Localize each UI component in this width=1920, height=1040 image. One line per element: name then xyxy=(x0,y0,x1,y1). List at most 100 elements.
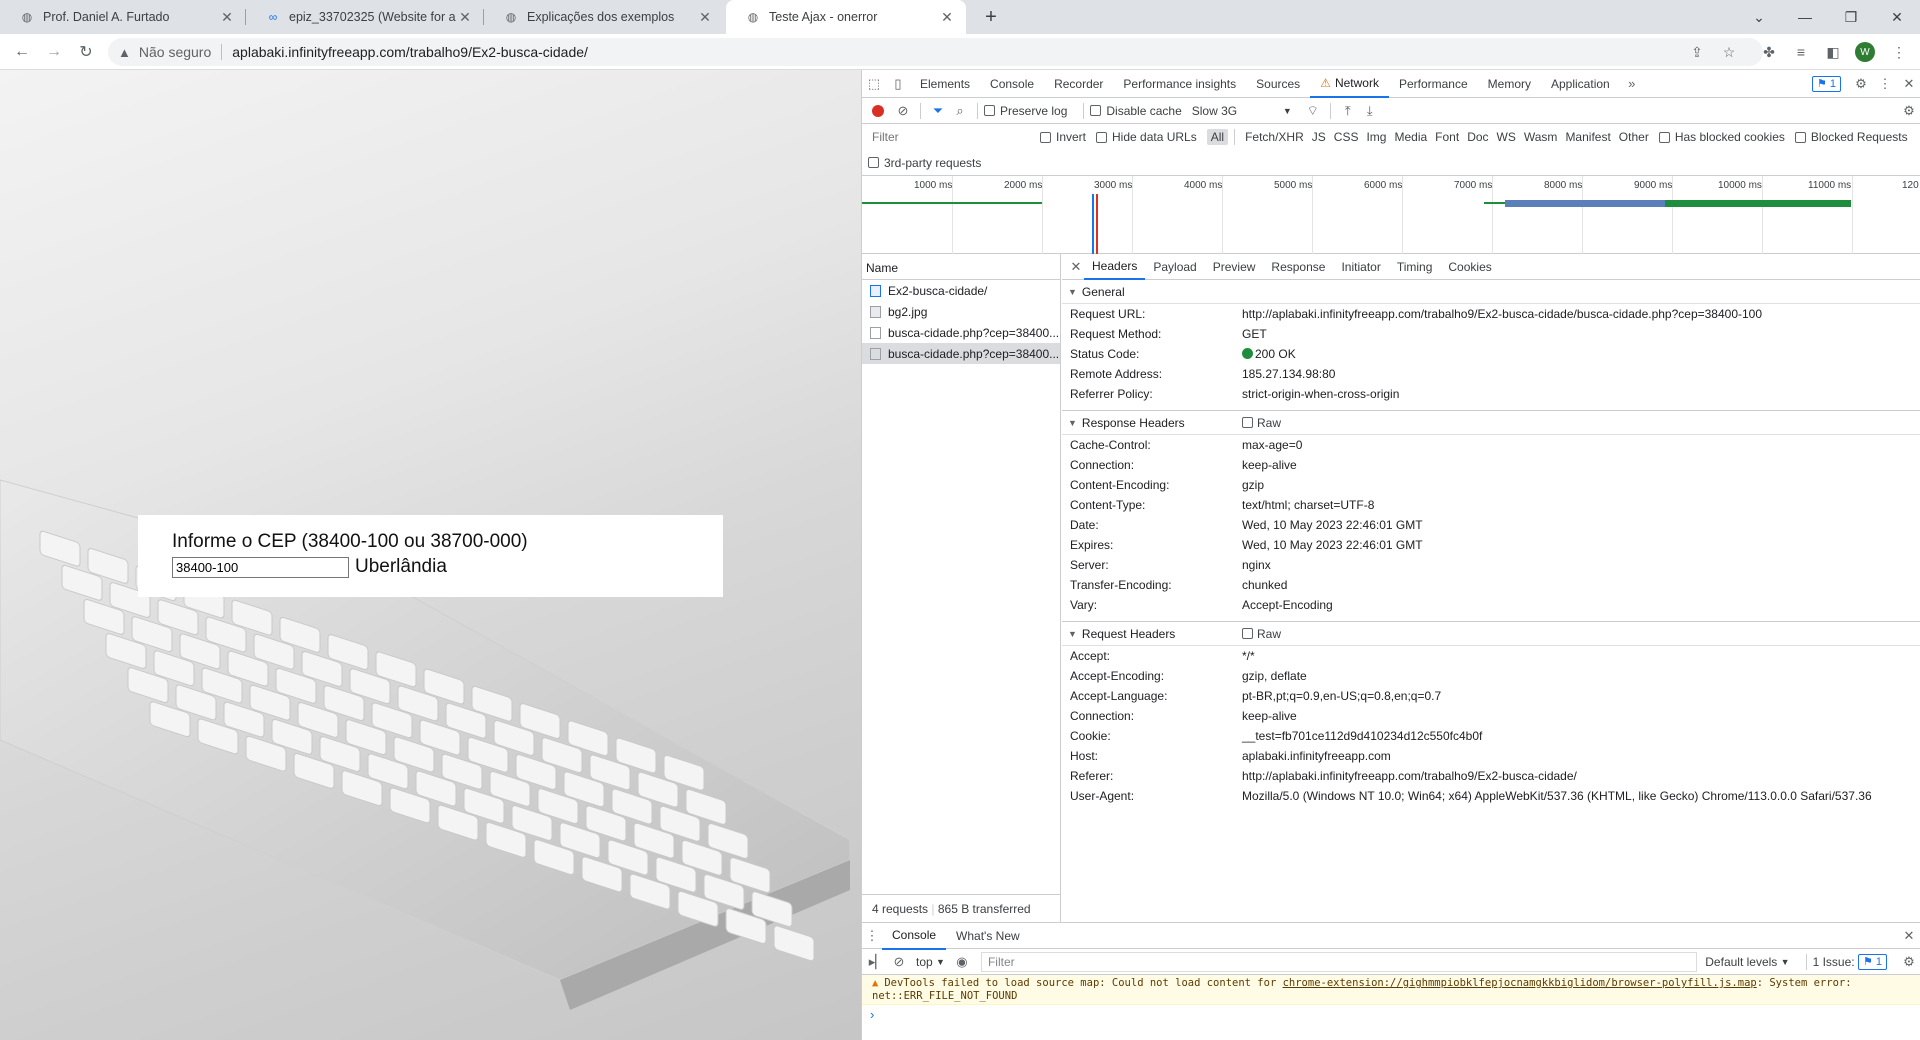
preserve-log-checkbox[interactable]: Preserve log xyxy=(984,104,1067,118)
browser-tab-2[interactable]: ∞ epiz_33702325 (Website for apla ✕ xyxy=(246,0,484,34)
type-filter-manifest[interactable]: Manifest xyxy=(1561,129,1614,145)
tab-initiator[interactable]: Initiator xyxy=(1333,254,1388,280)
type-filter-doc[interactable]: Doc xyxy=(1463,129,1492,145)
context-select[interactable]: top ▼ xyxy=(916,955,945,969)
type-filter-wasm[interactable]: Wasm xyxy=(1520,129,1562,145)
cep-input[interactable] xyxy=(172,556,349,578)
forward-button[interactable]: → xyxy=(40,39,68,65)
live-expression-eye-icon[interactable]: ◉ xyxy=(951,948,973,976)
minimize-button[interactable]: — xyxy=(1782,0,1828,34)
tab-cookies[interactable]: Cookies xyxy=(1440,254,1499,280)
close-icon[interactable]: ✕ xyxy=(1068,254,1084,281)
tab-response[interactable]: Response xyxy=(1263,254,1333,280)
bookmark-star-icon[interactable]: ☆ xyxy=(1718,41,1740,63)
close-icon[interactable]: ✕ xyxy=(1897,70,1920,98)
filter-icon[interactable]: ⏷ xyxy=(927,97,949,125)
browser-tab-3[interactable]: ◍ Explicações dos exemplos ✕ xyxy=(484,0,724,34)
tab-network[interactable]: ⚠ Network xyxy=(1310,70,1389,98)
console-prompt[interactable]: › xyxy=(862,1005,1920,1024)
more-tabs-icon[interactable]: » xyxy=(1620,70,1644,98)
tab-performance-insights[interactable]: Performance insights xyxy=(1113,70,1246,98)
restore-button[interactable]: ❐ xyxy=(1828,0,1874,34)
third-party-checkbox[interactable]: 3rd-party requests xyxy=(868,156,981,170)
general-header[interactable]: ▼ General xyxy=(1062,280,1920,304)
close-icon[interactable]: ✕ xyxy=(938,9,956,26)
close-icon[interactable]: ✕ xyxy=(696,9,714,26)
menu-icon[interactable]: ⋮ xyxy=(1888,41,1910,63)
drawer-tab-console[interactable]: Console xyxy=(882,922,947,950)
media-icon[interactable]: ≡ xyxy=(1790,41,1812,63)
type-filter-img[interactable]: Img xyxy=(1362,129,1390,145)
more-options-icon[interactable]: ⋮ xyxy=(1873,70,1897,98)
request-headers-header[interactable]: ▼ Request Headers Raw xyxy=(1062,622,1920,646)
hide-data-urls-checkbox[interactable]: Hide data URLs xyxy=(1096,130,1197,144)
blocked-requests-checkbox[interactable]: Blocked Requests xyxy=(1794,130,1908,144)
tab-payload[interactable]: Payload xyxy=(1145,254,1204,280)
response-headers-header[interactable]: ▼ Response Headers Raw xyxy=(1062,411,1920,435)
source-map-link[interactable]: chrome-extension://gighmmpiobklfepjocnam… xyxy=(1283,977,1757,989)
type-filter-ws[interactable]: WS xyxy=(1493,129,1520,145)
network-settings-icon[interactable]: ⚙ xyxy=(1897,97,1920,125)
request-row-selected[interactable]: busca-cidade.php?cep=38400... xyxy=(862,343,1060,364)
inspect-element-icon[interactable]: ⬚ xyxy=(862,70,886,98)
name-column-header[interactable]: Name xyxy=(862,254,1060,280)
record-icon[interactable] xyxy=(872,104,884,117)
network-overview[interactable]: 1000 ms 2000 ms 3000 ms 4000 ms 5000 ms … xyxy=(862,176,1920,254)
tab-sources[interactable]: Sources xyxy=(1246,70,1310,98)
log-levels-select[interactable]: Default levels ▼ xyxy=(1705,955,1789,969)
invert-checkbox[interactable]: Invert xyxy=(1040,130,1086,144)
type-filter-fetch-xhr[interactable]: Fetch/XHR xyxy=(1241,129,1308,145)
throttling-select[interactable]: Slow 3G ▼ xyxy=(1192,104,1292,118)
share-icon[interactable]: ⇪ xyxy=(1686,41,1708,63)
type-filter-js[interactable]: JS xyxy=(1308,129,1330,145)
tab-timing[interactable]: Timing xyxy=(1389,254,1441,280)
clear-icon[interactable]: ⊘ xyxy=(892,97,914,125)
search-icon[interactable]: ⌕ xyxy=(949,97,971,125)
back-button[interactable]: ← xyxy=(8,39,36,65)
has-blocked-cookies-checkbox[interactable]: Has blocked cookies xyxy=(1658,130,1785,144)
request-row[interactable]: bg2.jpg xyxy=(862,301,1060,322)
drawer-tab-whats-new[interactable]: What's New xyxy=(946,922,1030,950)
tab-search-icon[interactable]: ⌄ xyxy=(1736,0,1782,34)
network-conditions-icon[interactable]: ⌔ xyxy=(1302,97,1324,125)
avatar[interactable]: W xyxy=(1855,42,1875,62)
tab-performance[interactable]: Performance xyxy=(1389,70,1478,98)
url-text[interactable]: aplabaki.infinityfreeapp.com/trabalho9/E… xyxy=(232,44,588,60)
side-panel-icon[interactable]: ◧ xyxy=(1822,41,1844,63)
issues-badge[interactable]: ⚑ 1 xyxy=(1811,75,1841,92)
new-tab-button[interactable]: + xyxy=(978,4,1004,30)
address-bar[interactable]: ▲ Não seguro aplabaki.infinityfreeapp.co… xyxy=(108,38,1763,66)
tab-headers[interactable]: Headers xyxy=(1084,254,1146,280)
browser-tab-1[interactable]: ◍ Prof. Daniel A. Furtado ✕ xyxy=(0,0,246,34)
browser-tab-active[interactable]: ◍ Teste Ajax - onerror ✕ xyxy=(726,0,966,34)
tab-console[interactable]: Console xyxy=(980,70,1044,98)
tab-preview[interactable]: Preview xyxy=(1205,254,1264,280)
console-filter-input[interactable]: Filter xyxy=(980,951,1698,972)
issues-button[interactable]: 1 Issue: ⚑ 1 xyxy=(1813,953,1887,970)
raw-checkbox[interactable]: Raw xyxy=(1242,416,1281,430)
type-filter-css[interactable]: CSS xyxy=(1330,129,1363,145)
clear-console-icon[interactable]: ⊘ xyxy=(888,948,910,976)
tab-elements[interactable]: Elements xyxy=(910,70,980,98)
close-window-button[interactable]: ✕ xyxy=(1874,0,1920,34)
console-settings-icon[interactable]: ⚙ xyxy=(1897,948,1920,976)
extensions-icon[interactable]: ✤ xyxy=(1758,41,1780,63)
type-filter-other[interactable]: Other xyxy=(1615,129,1653,145)
disable-cache-checkbox[interactable]: Disable cache xyxy=(1090,104,1182,118)
settings-gear-icon[interactable]: ⚙ xyxy=(1849,70,1873,98)
tab-memory[interactable]: Memory xyxy=(1478,70,1541,98)
request-row[interactable]: busca-cidade.php?cep=38400... xyxy=(862,322,1060,343)
close-drawer-icon[interactable]: ✕ xyxy=(1897,922,1920,950)
device-toolbar-icon[interactable]: ▯ xyxy=(886,70,910,98)
close-icon[interactable]: ✕ xyxy=(218,9,236,26)
import-har-icon[interactable]: ⤒ xyxy=(1337,97,1359,125)
raw-checkbox[interactable]: Raw xyxy=(1242,627,1281,641)
type-filter-all[interactable]: All xyxy=(1206,129,1229,145)
close-icon[interactable]: ✕ xyxy=(456,9,474,26)
console-sidebar-icon[interactable]: ▸▏ xyxy=(866,948,888,976)
network-filter-input[interactable] xyxy=(868,128,1040,146)
drawer-menu-icon[interactable]: ⋮ xyxy=(862,922,882,950)
export-har-icon[interactable]: ⤓ xyxy=(1359,97,1381,125)
tab-application[interactable]: Application xyxy=(1541,70,1620,98)
request-row[interactable]: Ex2-busca-cidade/ xyxy=(862,280,1060,301)
